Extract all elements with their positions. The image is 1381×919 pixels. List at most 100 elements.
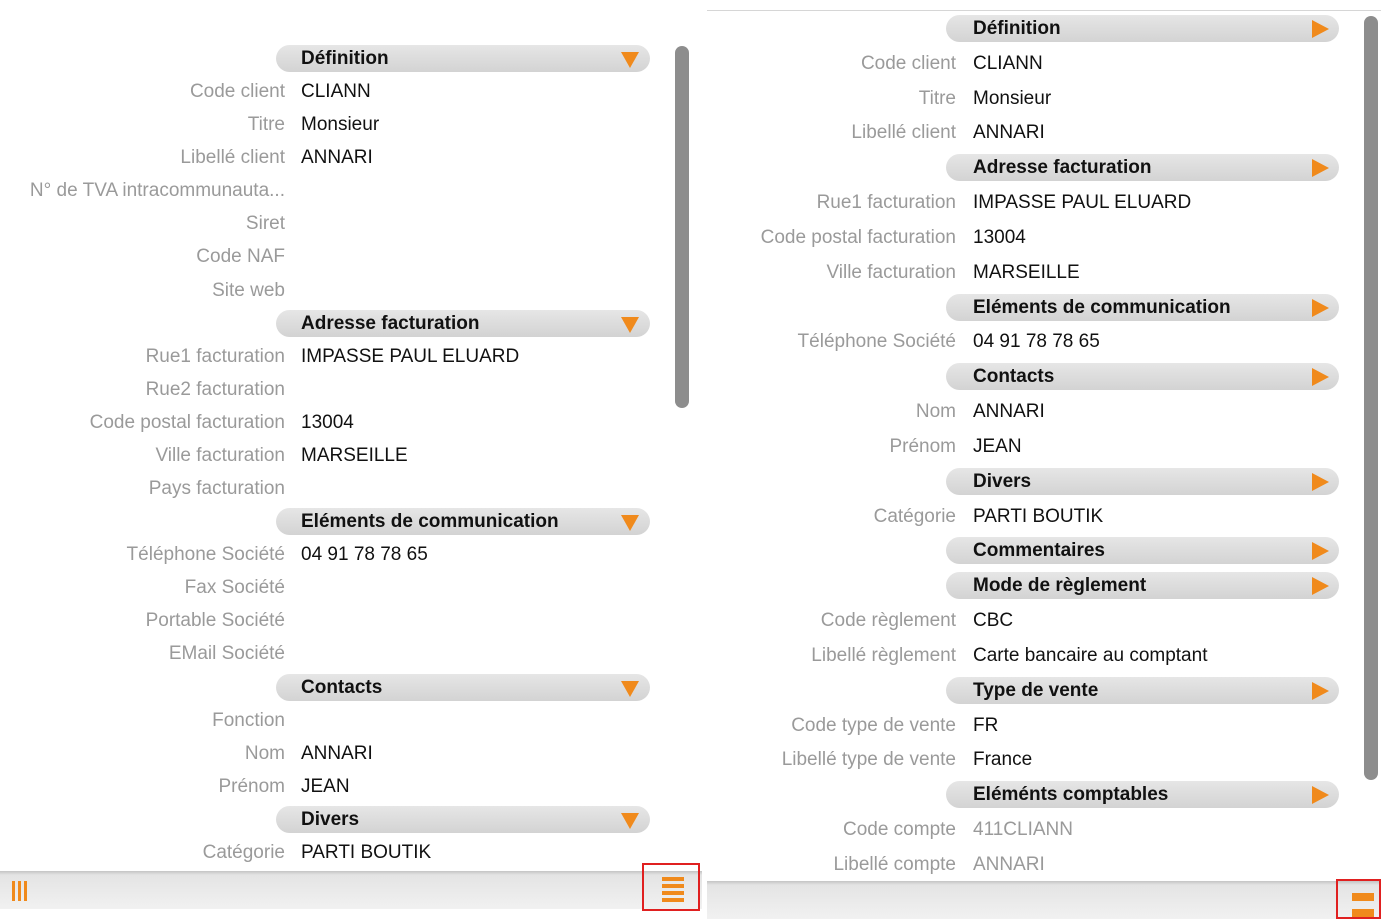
section-header-bar[interactable]: Adresse facturation: [946, 154, 1339, 182]
section-header-mode-de-reglement[interactable]: Mode de règlement: [707, 569, 1381, 602]
section-header-bar[interactable]: Eléments de communication: [276, 508, 650, 536]
section-header-elements-comptables[interactable]: Eléménts comptables: [707, 778, 1381, 811]
section-header-bar[interactable]: Eléments de communication: [946, 293, 1339, 321]
expand-arrow-icon[interactable]: [1312, 159, 1329, 178]
field-value[interactable]: CBC: [973, 604, 1013, 637]
expand-arrow-icon[interactable]: [1312, 542, 1329, 561]
field-value[interactable]: ANNARI: [973, 848, 1045, 881]
expand-arrow-icon[interactable]: [1312, 20, 1329, 38]
section-header-commentaires[interactable]: Commentaires: [707, 534, 1381, 567]
field-value[interactable]: MARSEILLE: [301, 439, 408, 472]
section-header-bar[interactable]: Définition: [276, 45, 650, 72]
expand-arrow-icon[interactable]: [1312, 577, 1329, 596]
field-value[interactable]: ANNARI: [973, 116, 1045, 149]
collapse-arrow-icon[interactable]: [621, 515, 639, 532]
right-scrollbar[interactable]: [1364, 16, 1378, 780]
field-value[interactable]: PARTI BOUTIK: [973, 500, 1103, 533]
expand-arrow-icon[interactable]: [1312, 368, 1329, 387]
field-row-ville-facturation: Ville facturation MARSEILLE: [707, 256, 1381, 289]
field-value[interactable]: 04 91 78 78 65: [301, 538, 428, 571]
field-value[interactable]: MARSEILLE: [973, 256, 1080, 289]
field-row-code-client: Code client CLIANN: [707, 47, 1381, 80]
field-row-categorie: Catégorie PARTI BOUTIK: [0, 836, 702, 869]
section-header-adresse-facturation[interactable]: Adresse facturation: [707, 151, 1381, 184]
compact-view-icon[interactable]: [1352, 893, 1374, 919]
section-title: Mode de règlement: [973, 575, 1147, 597]
field-value[interactable]: JEAN: [301, 770, 350, 803]
right-bottom-toolbar: [707, 881, 1381, 919]
left-bottom-toolbar: [0, 871, 702, 909]
field-row-code-naf: Code NAF: [0, 240, 702, 273]
section-header-definition[interactable]: Définition: [707, 12, 1381, 45]
field-value[interactable]: ANNARI: [301, 141, 373, 174]
field-label: Rue1 facturation: [816, 192, 956, 214]
section-header-bar[interactable]: Définition: [946, 15, 1339, 42]
field-label: Rue1 facturation: [145, 345, 285, 367]
field-label: Fax Société: [184, 577, 285, 599]
section-header-contacts[interactable]: Contacts: [707, 360, 1381, 393]
section-title: Commentaires: [973, 540, 1105, 562]
field-label: Fonction: [212, 709, 285, 731]
list-view-icon[interactable]: [662, 877, 684, 902]
section-header-bar[interactable]: Type de vente: [946, 676, 1339, 704]
field-label: Code compte: [842, 819, 956, 841]
section-header-type-de-vente[interactable]: Type de vente: [707, 674, 1381, 707]
collapse-arrow-icon[interactable]: [621, 316, 639, 333]
field-value[interactable]: 13004: [973, 221, 1026, 254]
section-header-contacts[interactable]: Contacts: [0, 671, 702, 704]
field-value[interactable]: PARTI BOUTIK: [301, 836, 431, 869]
section-header-divers[interactable]: Divers: [707, 465, 1381, 498]
collapse-arrow-icon[interactable]: [621, 812, 639, 829]
field-row-fax-societe: Fax Société: [0, 571, 702, 604]
field-row-nom: Nom ANNARI: [0, 737, 702, 770]
section-header-bar[interactable]: Divers: [946, 467, 1339, 495]
field-label: Libellé type de vente: [781, 749, 956, 771]
expand-arrow-icon[interactable]: [1312, 472, 1329, 491]
field-label: Prénom: [218, 775, 285, 797]
field-value[interactable]: ANNARI: [301, 737, 373, 770]
field-value[interactable]: 411CLIANN: [973, 813, 1073, 846]
field-row-libelle-client: Libellé client ANNARI: [707, 116, 1381, 149]
field-label: Ville facturation: [826, 261, 956, 283]
section-header-bar[interactable]: Mode de règlement: [946, 572, 1339, 600]
field-row-code-postal-facturation: Code postal facturation 13004: [0, 406, 702, 439]
field-row-portable-societe: Portable Société: [0, 604, 702, 637]
section-header-bar[interactable]: Contacts: [946, 363, 1339, 391]
left-scrollbar[interactable]: [675, 46, 689, 408]
columns-icon[interactable]: [12, 881, 28, 901]
field-value[interactable]: 13004: [301, 406, 354, 439]
section-header-elements-de-communication[interactable]: Eléments de communication: [0, 505, 702, 538]
collapse-arrow-icon[interactable]: [621, 52, 639, 68]
field-value[interactable]: Carte bancaire au comptant: [973, 639, 1207, 672]
field-label: Code règlement: [820, 610, 956, 632]
field-value[interactable]: JEAN: [973, 430, 1022, 463]
section-title: Adresse facturation: [301, 312, 480, 334]
field-value[interactable]: IMPASSE PAUL ELUARD: [973, 186, 1191, 219]
field-value[interactable]: Monsieur: [301, 108, 379, 141]
field-label: Libellé client: [851, 122, 956, 144]
collapse-arrow-icon[interactable]: [621, 680, 639, 697]
expand-arrow-icon[interactable]: [1312, 786, 1329, 805]
field-value[interactable]: 04 91 78 78 65: [973, 325, 1100, 358]
section-header-definition[interactable]: Définition: [0, 42, 702, 75]
section-header-divers[interactable]: Divers: [0, 803, 702, 836]
field-value[interactable]: CLIANN: [973, 47, 1043, 80]
section-header-elements-de-communication[interactable]: Eléments de communication: [707, 291, 1381, 324]
field-value[interactable]: France: [973, 743, 1032, 776]
expand-arrow-icon[interactable]: [1312, 681, 1329, 700]
section-header-bar[interactable]: Adresse facturation: [276, 309, 650, 337]
section-header-bar[interactable]: Contacts: [276, 673, 650, 701]
expand-arrow-icon[interactable]: [1312, 298, 1329, 317]
field-value[interactable]: FR: [973, 709, 998, 742]
section-header-adresse-facturation[interactable]: Adresse facturation: [0, 307, 702, 340]
field-row-code-type-de-vente: Code type de vente FR: [707, 709, 1381, 742]
field-value[interactable]: ANNARI: [973, 395, 1045, 428]
section-header-bar[interactable]: Commentaires: [946, 537, 1339, 565]
field-value[interactable]: Monsieur: [973, 82, 1051, 115]
section-title: Divers: [301, 808, 360, 830]
field-label: Prénom: [889, 435, 956, 457]
section-header-bar[interactable]: Divers: [276, 805, 650, 833]
field-value[interactable]: IMPASSE PAUL ELUARD: [301, 340, 519, 373]
section-header-bar[interactable]: Eléménts comptables: [946, 781, 1339, 809]
field-value[interactable]: CLIANN: [301, 75, 371, 108]
